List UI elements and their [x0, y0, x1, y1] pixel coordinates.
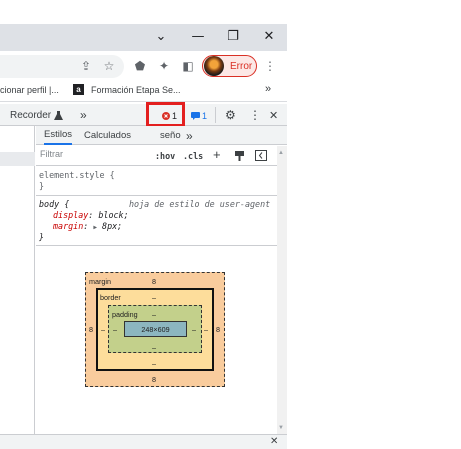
minimize-icon[interactable]: — [180, 24, 216, 49]
margin-right-value[interactable]: 8 [216, 325, 220, 334]
paint-brush-icon[interactable] [234, 150, 245, 161]
css-property-value: block; [98, 210, 129, 220]
devtools-close-icon[interactable]: ✕ [269, 104, 278, 126]
element-style-close: } [39, 181, 45, 191]
tab-computed[interactable]: Calculados [84, 126, 131, 145]
side-panel-icon[interactable]: ◧ [177, 55, 199, 77]
share-icon[interactable]: ⇪ [75, 55, 97, 77]
more-subtabs-icon[interactable]: » [186, 126, 193, 145]
margin-label: margin [89, 277, 111, 286]
css-property-name: margin [53, 221, 84, 231]
flask-icon [54, 110, 64, 120]
drawer-bar [0, 434, 287, 449]
css-property-name: display [53, 210, 89, 220]
styles-scrollbar[interactable] [277, 146, 287, 434]
new-rule-button[interactable]: + [213, 147, 221, 162]
message-count: 1 [202, 110, 208, 121]
message-count-badge[interactable]: 1 [189, 109, 209, 122]
border-label: border [100, 293, 121, 302]
border-top-value[interactable]: – [152, 293, 156, 302]
content-size-value: 248×609 [141, 324, 170, 334]
browser-menu-icon[interactable]: ⋮ [259, 55, 281, 77]
padding-left-value[interactable]: – [113, 325, 117, 334]
toggle-sidebar-icon[interactable] [255, 150, 267, 161]
bookmark-item[interactable]: Formación Etapa Se... [91, 85, 181, 95]
box-model-content[interactable]: 248×609 [124, 321, 187, 337]
border-bottom-value[interactable]: – [152, 359, 156, 368]
element-style-selector[interactable]: element.style { [39, 170, 115, 181]
divider [36, 245, 277, 246]
extensions-puzzle-icon[interactable]: ✦ [153, 55, 175, 77]
message-icon [191, 111, 200, 120]
css-declaration[interactable]: margin: ▶ 8px; [53, 221, 122, 233]
extension-icon[interactable]: ⬟ [129, 55, 151, 77]
body-rule-selector[interactable]: body { [39, 199, 69, 210]
border-left-value[interactable]: – [101, 325, 105, 334]
highlight-annotation [146, 102, 185, 127]
more-tabs-icon[interactable]: » [80, 104, 87, 126]
padding-bottom-value[interactable]: – [152, 343, 156, 352]
avatar [204, 56, 224, 76]
margin-left-value[interactable]: 8 [89, 325, 93, 334]
border-right-value[interactable]: – [204, 325, 208, 334]
bookmarks-overflow-icon[interactable]: » [265, 83, 271, 95]
drawer-close-icon[interactable]: ✕ [270, 436, 278, 447]
tab-styles[interactable]: Estilos [44, 126, 72, 145]
bookmark-item[interactable]: cionar perfil |... [0, 85, 59, 95]
profile-error-button[interactable]: Error [202, 55, 257, 77]
filter-input[interactable]: Filtrar [40, 149, 140, 163]
padding-label: padding [112, 310, 138, 319]
bookmark-star-icon[interactable]: ☆ [98, 55, 120, 77]
scroll-up-icon[interactable]: ▲ [278, 150, 284, 156]
tab-search-chevron-icon[interactable]: ⌄ [143, 24, 179, 49]
tab-recorder[interactable]: Recorder [10, 104, 64, 126]
rule-source-label: hoja de estilo de user-agent [129, 199, 271, 209]
window-close-icon[interactable]: ✕ [251, 24, 287, 49]
scroll-down-icon[interactable]: ▼ [278, 425, 284, 431]
restore-icon[interactable]: ❐ [215, 24, 251, 49]
hover-state-toggle[interactable]: :hov [155, 151, 175, 162]
class-toggle[interactable]: .cls [183, 151, 203, 162]
elements-tree-pane[interactable] [0, 126, 35, 434]
bookmark-favicon-icon: a [73, 84, 84, 95]
selected-node-row[interactable] [0, 152, 35, 166]
divider [215, 107, 216, 123]
divider [36, 195, 277, 196]
profile-error-label: Error [230, 60, 253, 72]
tab-layout[interactable]: seño [160, 126, 181, 145]
margin-top-value[interactable]: 8 [152, 277, 156, 286]
margin-bottom-value[interactable]: 8 [152, 375, 156, 384]
css-declaration[interactable]: display: block; [53, 210, 129, 221]
body-rule-close: } [39, 232, 45, 242]
devtools-menu-icon[interactable]: ⋮ [249, 104, 261, 126]
tab-recorder-label: Recorder [10, 109, 52, 121]
css-property-value: 8px; [102, 221, 123, 231]
padding-right-value[interactable]: – [192, 325, 196, 334]
settings-icon[interactable]: ⚙ [225, 104, 236, 126]
padding-top-value[interactable]: – [152, 310, 156, 319]
